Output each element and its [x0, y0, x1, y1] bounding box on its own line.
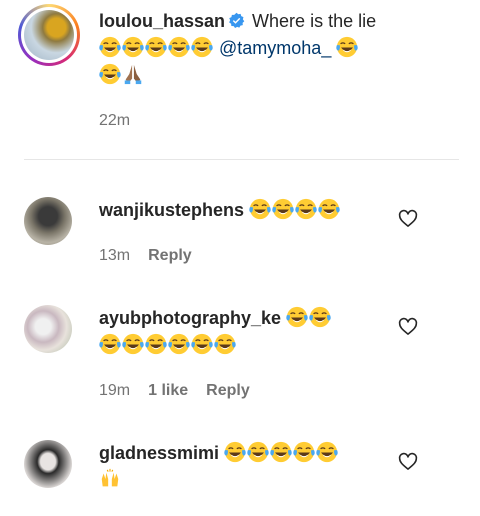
face-with-tears-of-joy-icon: [214, 333, 236, 355]
likes-count[interactable]: 1 like: [148, 382, 188, 399]
face-with-tears-of-joy-icon: [316, 441, 338, 463]
face-with-tears-of-joy-icon: [295, 198, 317, 220]
face-with-tears-of-joy-icon: [99, 36, 121, 58]
face-with-tears-of-joy-icon: [99, 63, 121, 85]
comment-item: wanjikustephens 13m Reply: [24, 197, 464, 277]
face-with-tears-of-joy-icon: [286, 306, 308, 328]
mention-link[interactable]: @tamymoha_: [219, 38, 331, 58]
reply-button[interactable]: Reply: [148, 247, 192, 264]
avatar[interactable]: [18, 4, 80, 66]
like-heart-icon[interactable]: [398, 317, 418, 337]
face-with-tears-of-joy-icon: [122, 36, 144, 58]
face-with-tears-of-joy-icon: [99, 333, 121, 355]
face-with-tears-of-joy-icon: [309, 306, 331, 328]
comment-username[interactable]: wanjikustephens: [99, 200, 244, 220]
avatar[interactable]: [24, 197, 72, 245]
face-with-tears-of-joy-icon: [247, 441, 269, 463]
face-with-tears-of-joy-icon: [168, 36, 190, 58]
folded-hands-icon: [122, 63, 144, 85]
comment-text: wanjikustephens: [99, 197, 389, 224]
face-with-tears-of-joy-icon: [145, 36, 167, 58]
verified-badge-icon: [229, 12, 245, 29]
face-with-tears-of-joy-icon: [145, 333, 167, 355]
face-with-tears-of-joy-icon: [293, 441, 315, 463]
raising-hands-icon: [99, 468, 121, 490]
caption-text: loulou_hassan Where is the lie @tamymoha…: [99, 8, 459, 89]
avatar[interactable]: [24, 305, 72, 353]
divider: [24, 159, 459, 160]
face-with-tears-of-joy-icon: [122, 333, 144, 355]
face-with-tears-of-joy-icon: [191, 36, 213, 58]
comment-text: gladnessmimi: [99, 440, 389, 494]
face-with-tears-of-joy-icon: [272, 198, 294, 220]
face-with-tears-of-joy-icon: [224, 441, 246, 463]
face-with-tears-of-joy-icon: [336, 36, 358, 58]
caption-message: Where is the lie: [252, 11, 377, 31]
face-with-tears-of-joy-icon: [191, 333, 213, 355]
comment-text: ayubphotography_ke: [99, 305, 389, 359]
comment-meta: 13m Reply: [99, 247, 210, 265]
avatar-photo: [24, 10, 74, 60]
comment-timestamp: 13m: [99, 247, 131, 264]
comment-username[interactable]: ayubphotography_ke: [99, 308, 281, 328]
avatar[interactable]: [24, 440, 72, 488]
face-with-tears-of-joy-icon: [168, 333, 190, 355]
face-with-tears-of-joy-icon: [270, 441, 292, 463]
comment-meta: 19m 1 like Reply: [99, 382, 268, 400]
comment-item: ayubphotography_ke 19m 1 like Reply: [24, 305, 464, 405]
like-heart-icon[interactable]: [398, 209, 418, 229]
face-with-tears-of-joy-icon: [249, 198, 271, 220]
comment-timestamp: 19m: [99, 382, 131, 399]
caption: loulou_hassan Where is the lie @tamymoha…: [18, 4, 468, 144]
comment-username[interactable]: gladnessmimi: [99, 443, 219, 463]
caption-timestamp: 22m: [99, 112, 131, 129]
comment-item: gladnessmimi: [24, 440, 464, 510]
like-heart-icon[interactable]: [398, 452, 418, 472]
reply-button[interactable]: Reply: [206, 382, 250, 399]
caption-username[interactable]: loulou_hassan: [99, 11, 225, 31]
face-with-tears-of-joy-icon: [318, 198, 340, 220]
